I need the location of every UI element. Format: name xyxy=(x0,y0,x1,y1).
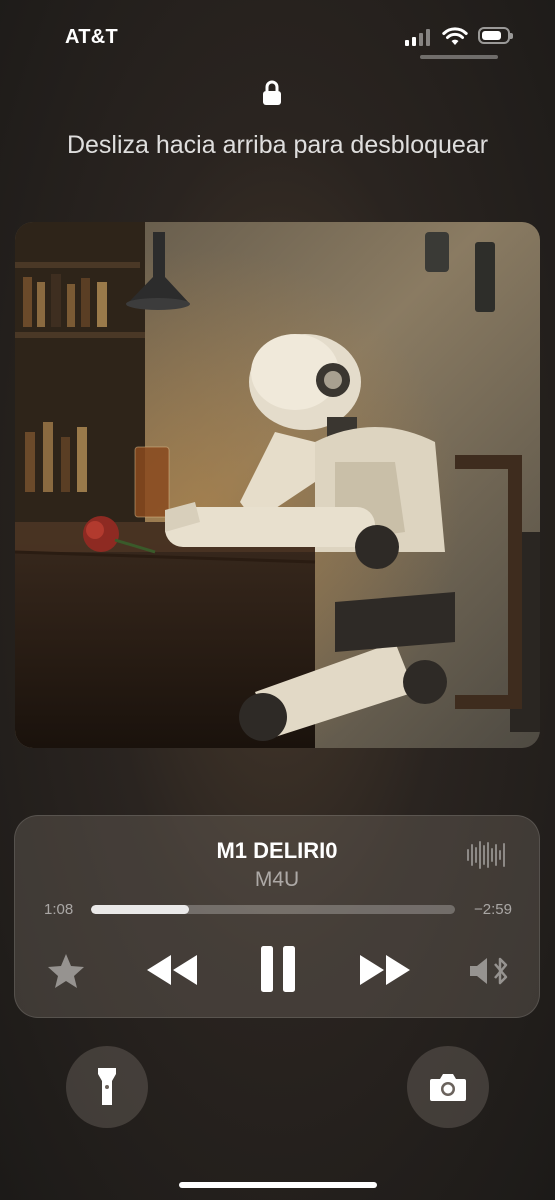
favorite-button[interactable] xyxy=(45,950,87,992)
rewind-button[interactable] xyxy=(142,948,202,992)
fast-forward-icon xyxy=(360,955,410,985)
star-icon xyxy=(48,954,84,988)
fast-forward-button[interactable] xyxy=(355,948,415,992)
rewind-icon xyxy=(147,955,197,985)
playback-progress xyxy=(91,905,190,914)
remaining-time: −2:59 xyxy=(474,901,512,918)
battery-icon xyxy=(478,27,513,44)
speaker-bluetooth-icon xyxy=(470,957,508,985)
carrier-name: AT&T xyxy=(65,26,119,48)
cellular-signal-icon xyxy=(405,28,430,46)
wifi-icon xyxy=(442,27,468,45)
audio-output-button[interactable] xyxy=(467,950,515,992)
camera-button[interactable] xyxy=(407,1046,489,1128)
pause-button[interactable] xyxy=(255,944,301,994)
unlock-hint: Desliza hacia arriba para desbloquear xyxy=(66,131,489,159)
now-playing-widget: M1 DELIRI0 M4U 1:08 −2:59 xyxy=(14,815,540,1018)
status-indicator-bar xyxy=(420,55,498,59)
track-artist: M4U xyxy=(254,868,300,891)
lock-icon xyxy=(263,80,281,105)
home-indicator[interactable] xyxy=(179,1182,377,1188)
camera-icon xyxy=(430,1074,466,1101)
album-artwork xyxy=(15,222,540,748)
track-title: M1 DELIRI0 xyxy=(216,838,338,863)
elapsed-time: 1:08 xyxy=(44,901,74,918)
playback-scrubber[interactable] xyxy=(91,905,455,914)
flashlight-icon xyxy=(98,1068,116,1105)
waveform-icon xyxy=(467,840,505,870)
pause-icon xyxy=(261,946,295,992)
flashlight-button[interactable] xyxy=(66,1046,148,1128)
status-bar: AT&T xyxy=(0,0,555,70)
